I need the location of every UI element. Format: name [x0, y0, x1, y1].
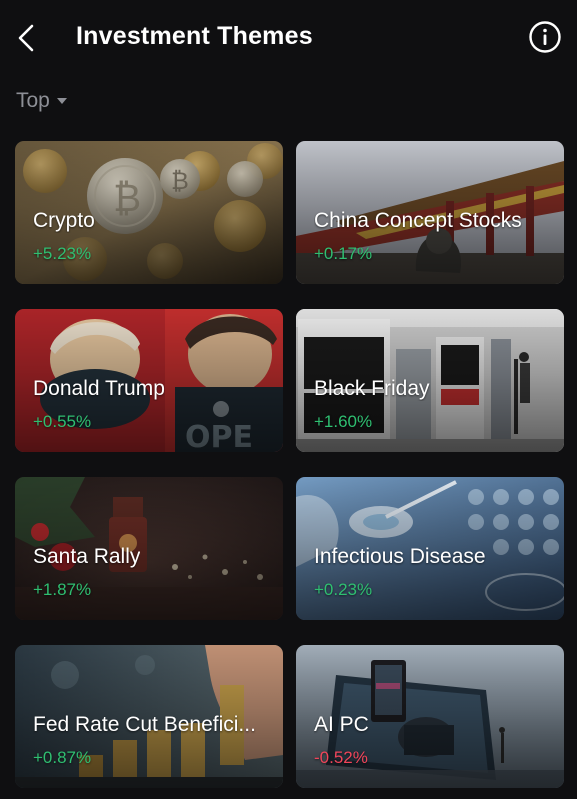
theme-change: +0.17% — [314, 244, 373, 263]
theme-card-crypto[interactable]: ₿ ₿ Crypto +5.23% — [15, 141, 283, 284]
theme-card-donald-trump[interactable]: OPE Donald Trump +0.55% — [15, 309, 283, 452]
theme-change: -0.52% — [314, 748, 368, 767]
theme-name: Santa Rally — [33, 545, 141, 568]
theme-name: Donald Trump — [33, 377, 165, 400]
theme-change: +1.87% — [33, 580, 92, 599]
theme-name: Crypto — [33, 209, 95, 232]
theme-grid: ₿ ₿ Crypto +5.23% — [0, 0, 577, 799]
theme-name: Infectious Disease — [314, 545, 486, 568]
theme-name: Black Friday — [314, 377, 430, 400]
theme-card-black-friday[interactable]: Black Friday +1.60% — [296, 309, 564, 452]
theme-change: +1.60% — [314, 412, 373, 431]
theme-card-santa-rally[interactable]: Santa Rally +1.87% — [15, 477, 283, 620]
theme-card-fed-rate-cut[interactable]: Fed Rate Cut Benefici... +0.87% — [15, 645, 283, 788]
theme-name: China Concept Stocks — [314, 209, 522, 232]
theme-card-ai-pc[interactable]: AI PC -0.52% — [296, 645, 564, 788]
theme-change: +0.87% — [33, 748, 92, 767]
theme-name: Fed Rate Cut Benefici... — [33, 713, 256, 736]
theme-card-infectious-disease[interactable]: Infectious Disease +0.23% — [296, 477, 564, 620]
theme-card-china-concept-stocks[interactable]: China Concept Stocks +0.17% — [296, 141, 564, 284]
theme-name: AI PC — [314, 713, 369, 736]
theme-change: +0.23% — [314, 580, 373, 599]
theme-change: +5.23% — [33, 244, 92, 263]
theme-change: +0.55% — [33, 412, 92, 431]
